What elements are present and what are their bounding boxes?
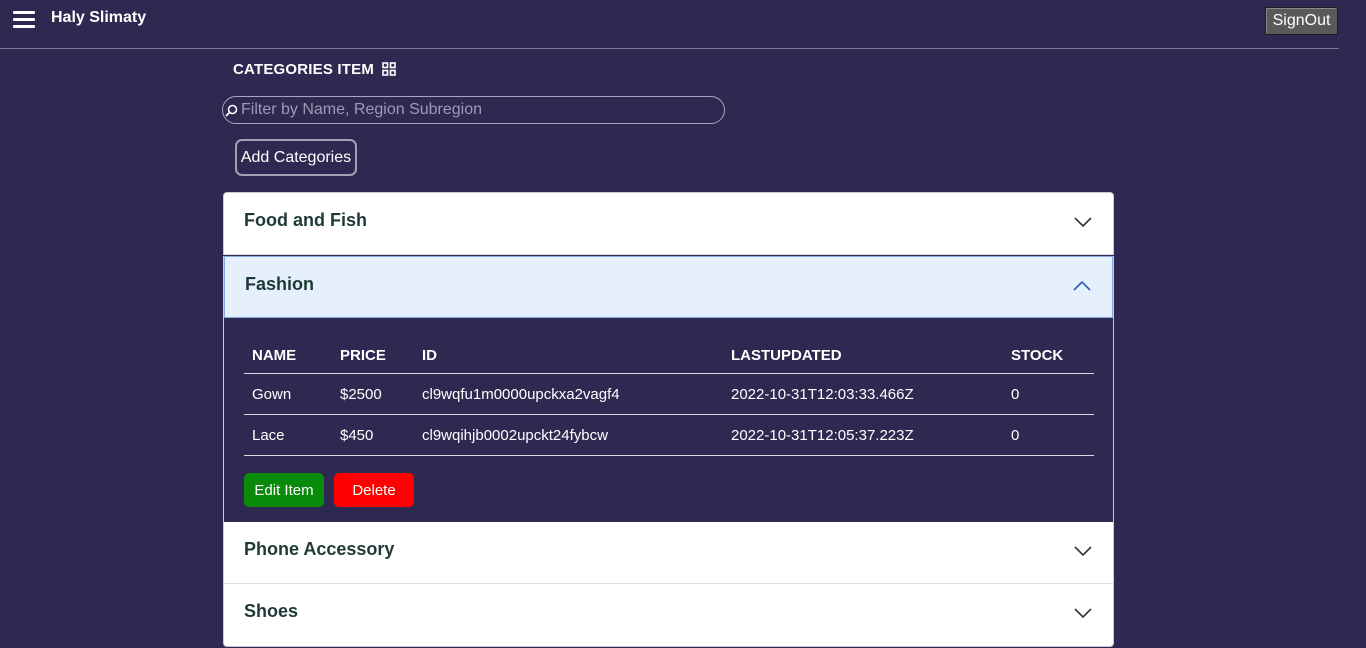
column-header-price: PRICE (332, 337, 414, 374)
cell-price: $450 (332, 414, 414, 456)
category-header-phone-accessory[interactable]: Phone Accessory (224, 522, 1113, 584)
column-header-id: ID (414, 337, 723, 374)
page-title: CATEGORIES ITEM (233, 61, 375, 78)
column-header-name: NAME (244, 337, 332, 374)
cell-lastupdated: 2022-10-31T12:03:33.466Z (723, 373, 1003, 415)
signout-button[interactable]: SignOut (1265, 7, 1338, 35)
hamburger-menu-icon[interactable] (13, 11, 35, 29)
categories-accordion: Food and Fish Fashion NAME PRICE ID LAST… (223, 192, 1114, 647)
chevron-down-icon (1074, 217, 1092, 228)
chevron-up-icon (1073, 280, 1091, 291)
category-label: Phone Accessory (244, 539, 395, 559)
items-table: NAME PRICE ID LASTUPDATED STOCK Gown $25… (244, 337, 1094, 456)
app-title: Haly Slimaty (51, 9, 147, 26)
category-header-food-and-fish[interactable]: Food and Fish (224, 193, 1113, 255)
chevron-down-icon (1074, 608, 1092, 619)
cell-lastupdated: 2022-10-31T12:05:37.223Z (723, 414, 1003, 456)
cell-name: Lace (244, 414, 332, 456)
search-input[interactable] (241, 99, 711, 121)
search-icon (225, 104, 238, 117)
category-fashion: Fashion NAME PRICE ID LASTUPDATED STOCK (223, 256, 1114, 522)
category-food-and-fish: Food and Fish (223, 192, 1114, 255)
grid-icon[interactable] (382, 62, 396, 76)
category-label: Shoes (244, 601, 299, 621)
column-header-lastupdated: LASTUPDATED (723, 337, 1003, 374)
top-bar: Haly Slimaty SignOut (0, 0, 1339, 49)
table-row[interactable]: Gown $2500 cl9wqfu1m0000upckxa2vagf4 202… (244, 373, 1094, 415)
category-phone-accessory: Phone Accessory (223, 522, 1114, 584)
cell-id: cl9wqfu1m0000upckxa2vagf4 (414, 373, 723, 415)
add-categories-button[interactable]: Add Categories (235, 139, 357, 176)
category-body-fashion: NAME PRICE ID LASTUPDATED STOCK Gown $25… (223, 318, 1114, 522)
column-header-stock: STOCK (1003, 337, 1094, 374)
cell-stock: 0 (1003, 373, 1094, 415)
chevron-down-icon (1074, 546, 1092, 557)
table-header-row: NAME PRICE ID LASTUPDATED STOCK (244, 337, 1094, 374)
category-header-shoes[interactable]: Shoes (224, 584, 1113, 645)
cell-name: Gown (244, 373, 332, 415)
cell-id: cl9wqihjb0002upckt24fybcw (414, 414, 723, 456)
table-row[interactable]: Lace $450 cl9wqihjb0002upckt24fybcw 2022… (244, 414, 1094, 456)
delete-button[interactable]: Delete (334, 473, 414, 507)
edit-item-button[interactable]: Edit Item (244, 473, 324, 507)
search-box (222, 96, 725, 124)
cell-stock: 0 (1003, 414, 1094, 456)
category-header-fashion[interactable]: Fashion (224, 256, 1113, 318)
category-label: Food and Fish (244, 210, 367, 230)
cell-price: $2500 (332, 373, 414, 415)
category-label: Fashion (245, 274, 315, 294)
category-shoes: Shoes (223, 584, 1114, 647)
